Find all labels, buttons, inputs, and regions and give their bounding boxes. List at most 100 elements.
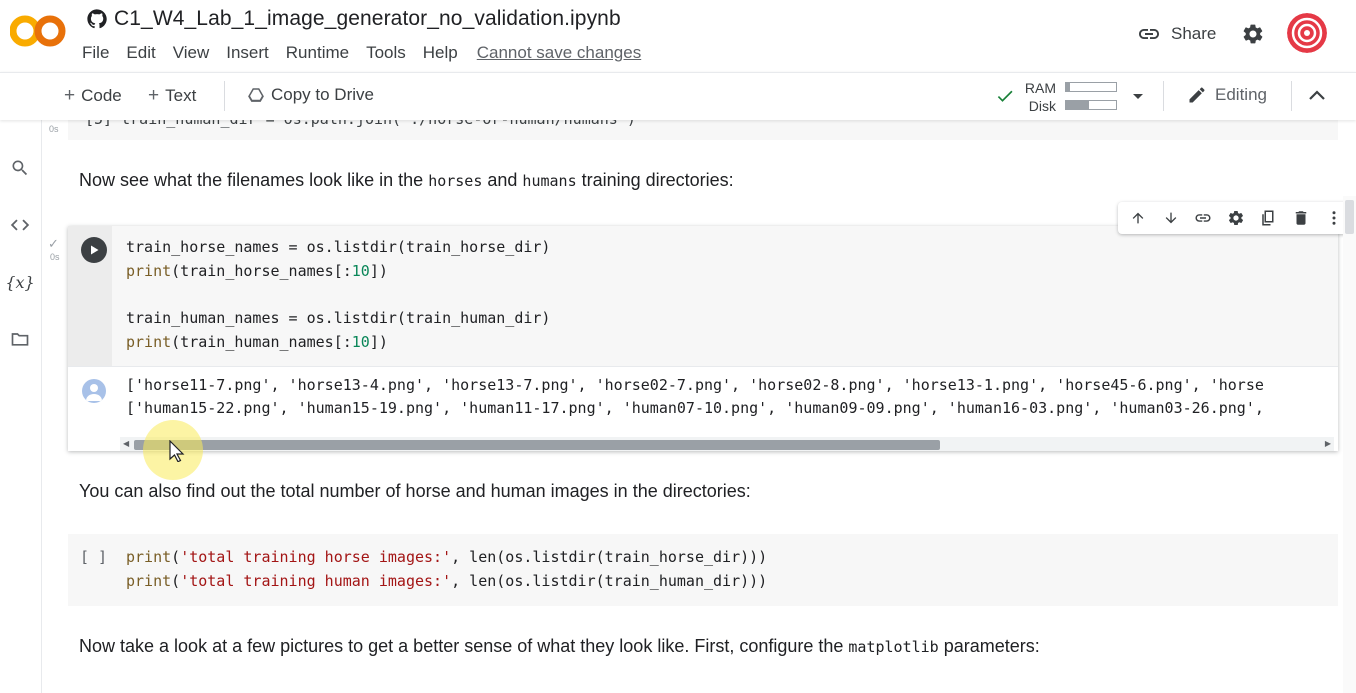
code-cell-listdir[interactable]: train_horse_names = os.listdir(train_hor… [48, 202, 1343, 451]
code-line: train_human_names = os.listdir(train_hum… [126, 309, 551, 327]
left-sidebar: {x} [0, 72, 42, 693]
github-icon [87, 9, 107, 29]
toolbar-divider [1163, 81, 1164, 111]
add-code-label: Code [81, 86, 122, 105]
text-segment: Now take a look at a few pictures to get… [79, 636, 849, 656]
disk-usage-fill [1066, 101, 1089, 109]
output-line: ['human15-22.png', 'human15-19.png', 'hu… [126, 399, 1264, 417]
output-line: ['horse11-7.png', 'horse13-4.png', 'hors… [126, 376, 1264, 394]
code-token: (train_human_names[: [171, 333, 352, 351]
output-user-icon[interactable] [82, 379, 106, 403]
mirror-cell-icon[interactable] [1258, 207, 1280, 229]
inline-code: matplotlib [848, 638, 939, 656]
chevron-down-icon[interactable] [1131, 92, 1145, 102]
share-label: Share [1171, 24, 1217, 43]
text-segment: and [482, 170, 523, 190]
code-token: 'total training human images:' [180, 572, 452, 590]
executed-check-icon: ✓ [48, 236, 59, 251]
app-header: C1_W4_Lab_1_image_generator_no_validatio… [0, 0, 1356, 72]
copy-to-drive-button[interactable]: Copy to Drive [247, 85, 374, 105]
link-icon [1139, 29, 1159, 39]
more-icon[interactable] [1323, 207, 1343, 229]
menu-insert[interactable]: Insert [226, 43, 269, 63]
code-editor[interactable]: train_horse_names = os.listdir(train_hor… [68, 226, 1338, 366]
output-horizontal-scrollbar[interactable]: ◀ ▶ [120, 437, 1334, 451]
run-cell-button[interactable] [81, 237, 107, 263]
code-token: , len(os.listdir(train_horse_dir))) [451, 548, 768, 566]
code-line: print('total training horse images:', le… [126, 548, 768, 566]
code-token: , len(os.listdir(train_human_dir))) [451, 572, 768, 590]
google-drive-icon [248, 88, 264, 102]
ram-usage-bar[interactable] [1065, 82, 1117, 92]
colab-logo[interactable] [10, 12, 66, 50]
copy-to-drive-label: Copy to Drive [271, 85, 374, 104]
search-icon[interactable] [8, 156, 32, 180]
scrollbar-thumb[interactable] [134, 440, 940, 450]
text-segment: parameters: [938, 636, 1040, 656]
cell-toolbar [1118, 202, 1343, 234]
code-cell-total-images[interactable]: [ ] print('total training horse images:'… [68, 534, 1338, 606]
files-icon[interactable] [8, 327, 32, 351]
code-token: 'total training horse images:' [180, 548, 452, 566]
settings-icon[interactable] [1225, 207, 1247, 229]
code-token: print [126, 262, 172, 280]
exec-time: 0s [49, 124, 59, 134]
scrollbar-thumb[interactable] [1345, 200, 1354, 234]
play-icon [91, 245, 99, 255]
add-code-cell-button[interactable]: + Code [64, 85, 122, 107]
notebook-content: [5] train_human_dir = os.path.join('./ho… [43, 120, 1343, 693]
text-segment: training directories: [576, 170, 734, 190]
code-token: ]) [369, 333, 388, 351]
user-avatar[interactable] [1287, 13, 1327, 53]
menu-bar: File Edit View Insert Runtime Tools Help… [82, 43, 658, 63]
code-token: (train_horse_names[: [171, 262, 352, 280]
link-icon[interactable] [1192, 207, 1214, 229]
settings-gear-icon[interactable] [1241, 22, 1265, 46]
notebook-title[interactable]: C1_W4_Lab_1_image_generator_no_validatio… [114, 7, 621, 31]
share-button[interactable]: Share [1137, 22, 1216, 46]
pencil-icon [1189, 87, 1205, 103]
code-line: train_horse_names = os.listdir(train_hor… [126, 238, 551, 256]
disk-label: Disk [1028, 98, 1056, 114]
notebook-toolbar: + Code + Text Copy to Drive RAM Disk Edi… [0, 72, 1356, 120]
partially-visible-code: [5] train_human_dir = os.path.join('./ho… [85, 120, 636, 128]
text-cell-filenames[interactable]: Now see what the filenames look like in … [79, 170, 734, 191]
menu-edit[interactable]: Edit [126, 43, 155, 63]
code-token: print [126, 548, 172, 566]
ram-usage-fill [1066, 83, 1070, 91]
toolbar-divider [224, 81, 225, 111]
menu-runtime[interactable]: Runtime [286, 43, 349, 63]
chevron-up-icon[interactable] [1307, 88, 1327, 102]
menu-file[interactable]: File [82, 43, 109, 63]
toolbar-divider [1291, 81, 1292, 111]
title-row: C1_W4_Lab_1_image_generator_no_validatio… [86, 7, 621, 31]
code-token: print [126, 333, 172, 351]
add-text-cell-button[interactable]: + Text [148, 85, 196, 107]
scroll-left-arrow-icon[interactable]: ◀ [123, 439, 129, 448]
code-token: 10 [351, 333, 370, 351]
connected-check-icon[interactable] [995, 86, 1015, 106]
delete-icon[interactable] [1290, 207, 1312, 229]
code-line: print(train_horse_names[:10]) [126, 262, 388, 280]
text-cell-total-count[interactable]: You can also find out the total number o… [79, 481, 751, 502]
code-line: print('total training human images:', le… [126, 572, 768, 590]
editing-mode-button[interactable]: Editing [1187, 85, 1267, 105]
menu-help[interactable]: Help [423, 43, 458, 63]
menu-tools[interactable]: Tools [366, 43, 406, 63]
save-status-link[interactable]: Cannot save changes [477, 43, 641, 63]
page-vertical-scrollbar[interactable] [1343, 196, 1356, 693]
text-segment: Now see what the filenames look like in … [79, 170, 429, 190]
scroll-right-arrow-icon[interactable]: ▶ [1325, 439, 1331, 448]
move-down-icon[interactable] [1160, 207, 1182, 229]
code-line: print(train_human_names[:10]) [126, 333, 388, 351]
plus-icon: + [64, 85, 76, 106]
text-cell-matplotlib[interactable]: Now take a look at a few pictures to get… [79, 636, 1040, 657]
run-cell-bracket[interactable]: [ ] [80, 548, 107, 566]
code-snippets-icon[interactable] [8, 213, 32, 237]
menu-view[interactable]: View [173, 43, 210, 63]
move-up-icon[interactable] [1127, 207, 1149, 229]
add-text-label: Text [165, 86, 197, 105]
disk-usage-bar[interactable] [1065, 100, 1117, 110]
variables-icon[interactable]: {x} [5, 270, 34, 294]
cell-output: ['horse11-7.png', 'horse13-4.png', 'hors… [68, 366, 1338, 451]
